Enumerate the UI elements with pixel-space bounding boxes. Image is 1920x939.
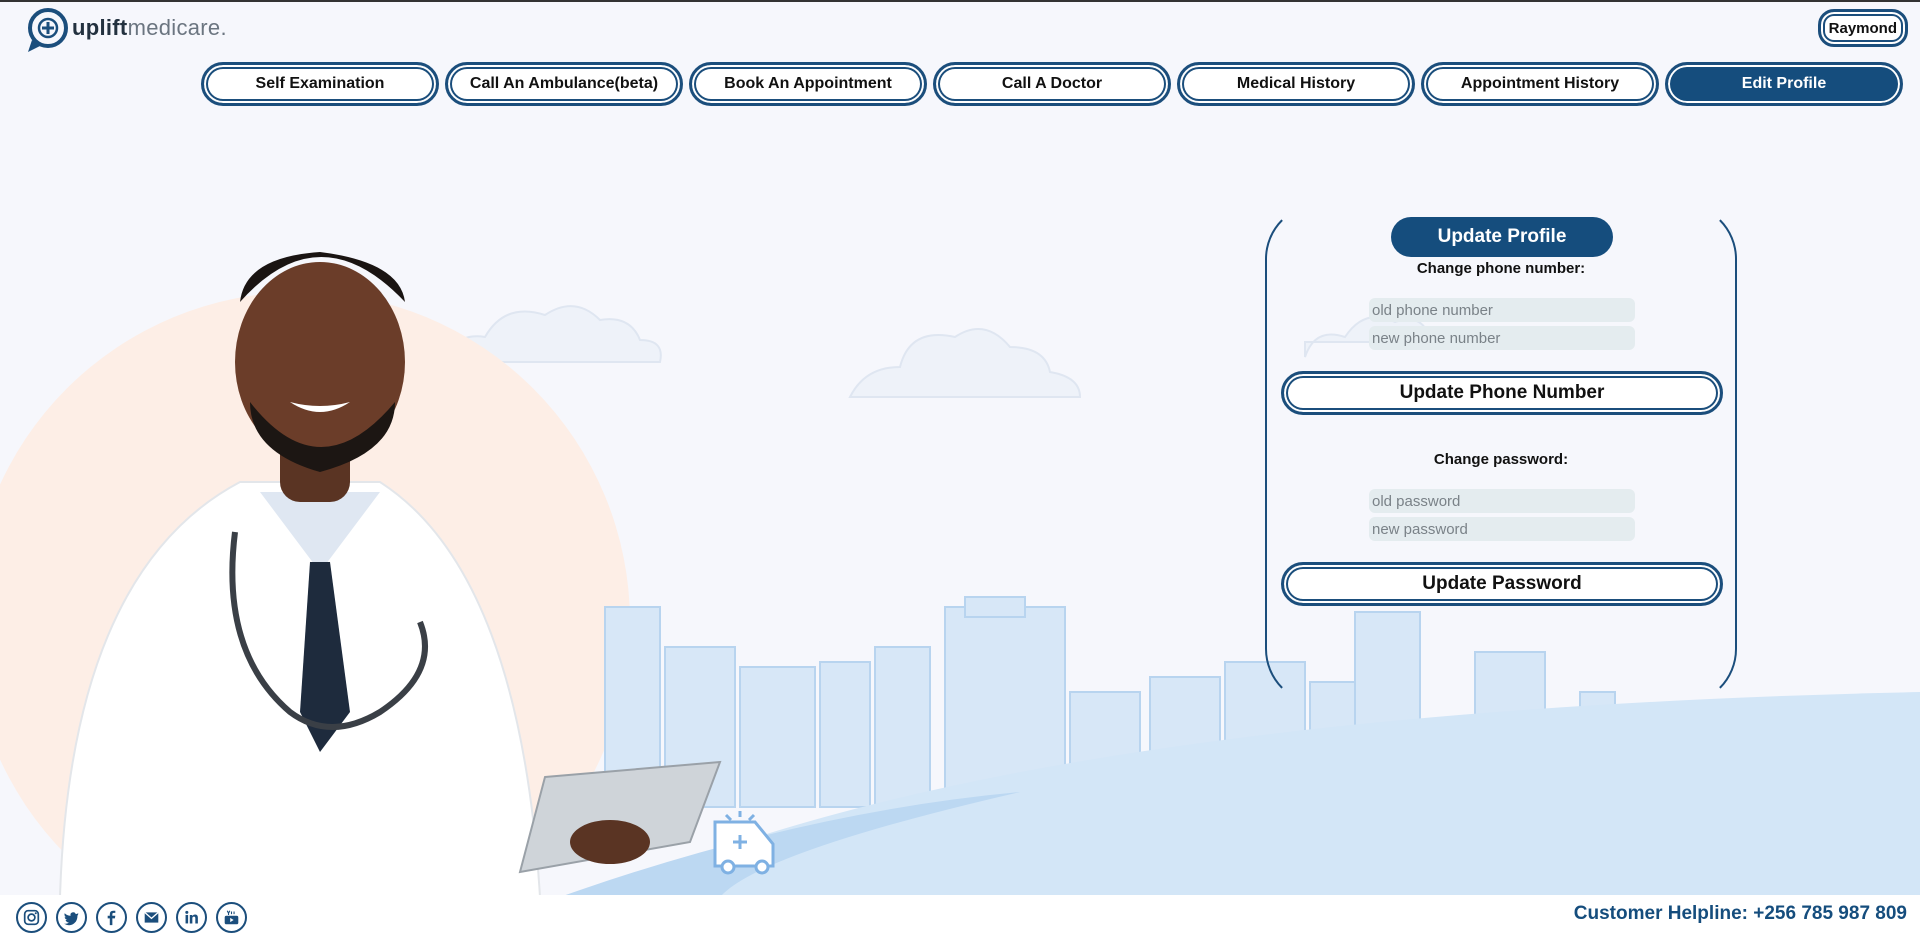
mail-icon[interactable] bbox=[136, 902, 167, 933]
logo-medical-icon bbox=[28, 8, 68, 52]
twitter-icon[interactable] bbox=[56, 902, 87, 933]
user-name: Raymond bbox=[1828, 19, 1897, 37]
phone-section-label: Change phone number: bbox=[1416, 260, 1586, 277]
new-password-input[interactable] bbox=[1369, 517, 1635, 541]
update-profile-title: Update Profile bbox=[1391, 217, 1613, 257]
nav-self-examination[interactable]: Self Examination bbox=[201, 62, 439, 106]
nav-appointment-history[interactable]: Appointment History bbox=[1421, 62, 1659, 106]
brand-logo[interactable]: upliftmedicare. bbox=[24, 6, 227, 54]
customer-helpline: Customer Helpline: +256 785 987 809 bbox=[1573, 903, 1907, 924]
nav-call-doctor[interactable]: Call A Doctor bbox=[933, 62, 1171, 106]
update-password-button[interactable]: Update Password bbox=[1281, 562, 1723, 606]
nav-edit-profile[interactable]: Edit Profile bbox=[1665, 62, 1903, 106]
brand-name-light: medicare. bbox=[127, 15, 227, 40]
instagram-icon[interactable] bbox=[16, 902, 47, 933]
old-phone-input[interactable] bbox=[1369, 298, 1635, 322]
main-nav: Self Examination Call An Ambulance(beta)… bbox=[201, 62, 1903, 106]
ambulance-icon bbox=[713, 811, 775, 875]
nav-medical-history[interactable]: Medical History bbox=[1177, 62, 1415, 106]
update-phone-button[interactable]: Update Phone Number bbox=[1281, 371, 1723, 415]
new-phone-input[interactable] bbox=[1369, 326, 1635, 350]
user-menu-button[interactable]: Raymond bbox=[1817, 9, 1908, 47]
nav-book-appointment[interactable]: Book An Appointment bbox=[689, 62, 927, 106]
brand-name-bold: uplift bbox=[72, 15, 128, 40]
old-password-input[interactable] bbox=[1369, 489, 1635, 513]
update-profile-card: Update Profile Change phone number: Upda… bbox=[1265, 203, 1737, 705]
social-links bbox=[16, 902, 247, 933]
nav-call-ambulance[interactable]: Call An Ambulance(beta) bbox=[445, 62, 683, 106]
password-section-label: Change password: bbox=[1433, 451, 1569, 468]
youtube-icon[interactable] bbox=[216, 902, 247, 933]
footer: Customer Helpline: +256 785 987 809 bbox=[0, 895, 1920, 939]
brand-name: upliftmedicare. bbox=[72, 15, 227, 41]
linkedin-icon[interactable] bbox=[176, 902, 207, 933]
facebook-icon[interactable] bbox=[96, 902, 127, 933]
